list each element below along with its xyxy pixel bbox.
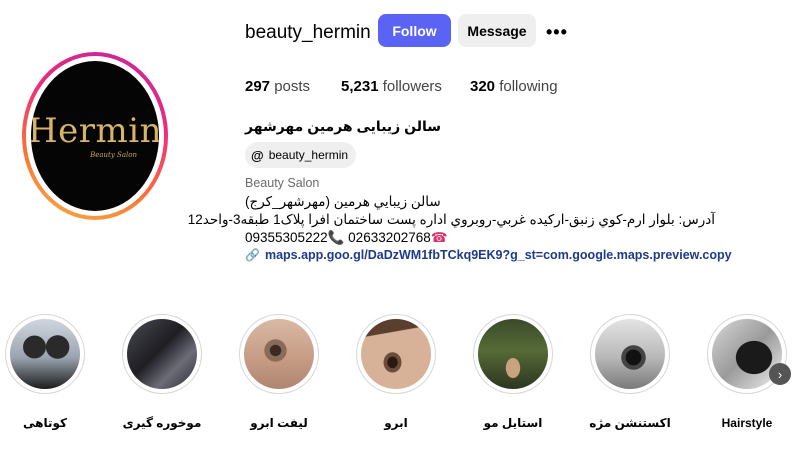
profile-bio: سالن زيبايي هرمين (مهرشهر_كرج) آدرس: بلو…: [187, 193, 715, 247]
highlight-thumbnail: [10, 319, 80, 389]
profile-username: beauty_hermin: [245, 22, 371, 43]
highlight-item[interactable]: اکستنشن مژه: [580, 314, 680, 430]
profile-link[interactable]: 🔗 maps.app.goo.gl/DaDzWM1fbTCkq9EK9?g_st…: [245, 248, 732, 262]
bio-phones: 09355305222📞 02633202768☎: [245, 229, 715, 247]
highlight-ring[interactable]: [122, 314, 202, 394]
logo-subtitle: Beauty Salon: [90, 150, 137, 159]
profile-avatar-ring[interactable]: Hermin Beauty Salon: [22, 52, 168, 220]
profile-full-name: سالن زیبایی هرمین مهرشهر: [245, 118, 441, 134]
highlight-label: ابرو: [384, 416, 408, 430]
followers-stat[interactable]: 5,231 followers: [341, 78, 442, 95]
highlight-label: کوتاهی: [23, 416, 67, 430]
highlight-item[interactable]: لیفت ابرو: [229, 314, 329, 430]
threads-badge[interactable]: @ beauty_hermin: [245, 142, 357, 168]
followers-count: 5,231: [341, 78, 379, 95]
bio-line-2: آدرس: بلوار ارم-كوي زنبق-اركيده غربي-روب…: [187, 212, 715, 227]
highlight-label: استایل مو: [483, 416, 543, 430]
telephone-icon: ☎: [430, 230, 448, 245]
phone-2: 09355305222: [245, 230, 328, 245]
highlight-ring[interactable]: [473, 314, 553, 394]
avatar-border: Hermin Beauty Salon: [26, 56, 164, 216]
posts-count: 297: [245, 78, 271, 95]
following-count: 320: [470, 78, 496, 95]
highlight-ring[interactable]: [590, 314, 670, 394]
phone-1: 02633202768: [348, 230, 431, 245]
profile-link-text[interactable]: maps.app.goo.gl/DaDzWM1fbTCkq9EK9?g_st=c…: [265, 248, 732, 262]
highlight-item[interactable]: کوتاهی: [0, 314, 95, 430]
highlight-thumbnail: [361, 319, 431, 389]
highlight-label: Hairstyle: [721, 416, 773, 430]
highlight-thumbnail: [478, 319, 548, 389]
following-label: following: [499, 78, 558, 95]
highlight-thumbnail: [127, 319, 197, 389]
bio-line-1: سالن زيبايي هرمين (مهرشهر_كرج): [245, 194, 441, 209]
profile-category: Beauty Salon: [245, 176, 320, 190]
followers-label: followers: [382, 78, 442, 95]
highlight-label: اکستنشن مژه: [589, 416, 671, 430]
highlight-label: لیفت ابرو: [250, 416, 308, 430]
highlight-item[interactable]: استایل مو: [463, 314, 563, 430]
highlight-thumbnail: [595, 319, 665, 389]
more-horizontal-icon[interactable]: •••: [546, 22, 568, 43]
follow-button[interactable]: Follow: [378, 14, 451, 47]
avatar[interactable]: Hermin Beauty Salon: [31, 61, 159, 211]
logo-text: Hermin: [31, 110, 159, 151]
message-button[interactable]: Message: [458, 14, 536, 47]
link-icon: 🔗: [245, 248, 260, 262]
chevron-right-icon[interactable]: ›: [769, 363, 791, 385]
posts-stat: 297 posts: [245, 78, 310, 95]
posts-label: posts: [274, 78, 311, 95]
highlight-ring[interactable]: [356, 314, 436, 394]
following-stat[interactable]: 320 following: [470, 78, 558, 95]
threads-handle: beauty_hermin: [268, 148, 349, 162]
story-highlights: کوتاهی موخوره گیری لیفت ابرو ابرو استایل…: [0, 314, 800, 444]
highlight-item[interactable]: ابرو: [346, 314, 446, 430]
highlight-label: موخوره گیری: [122, 416, 202, 430]
highlight-item[interactable]: موخوره گیری: [112, 314, 212, 430]
highlight-ring[interactable]: [5, 314, 85, 394]
highlight-thumbnail: [244, 319, 314, 389]
highlight-ring[interactable]: [239, 314, 319, 394]
threads-icon: @: [251, 147, 264, 163]
phone-icon: 📞: [327, 230, 345, 245]
